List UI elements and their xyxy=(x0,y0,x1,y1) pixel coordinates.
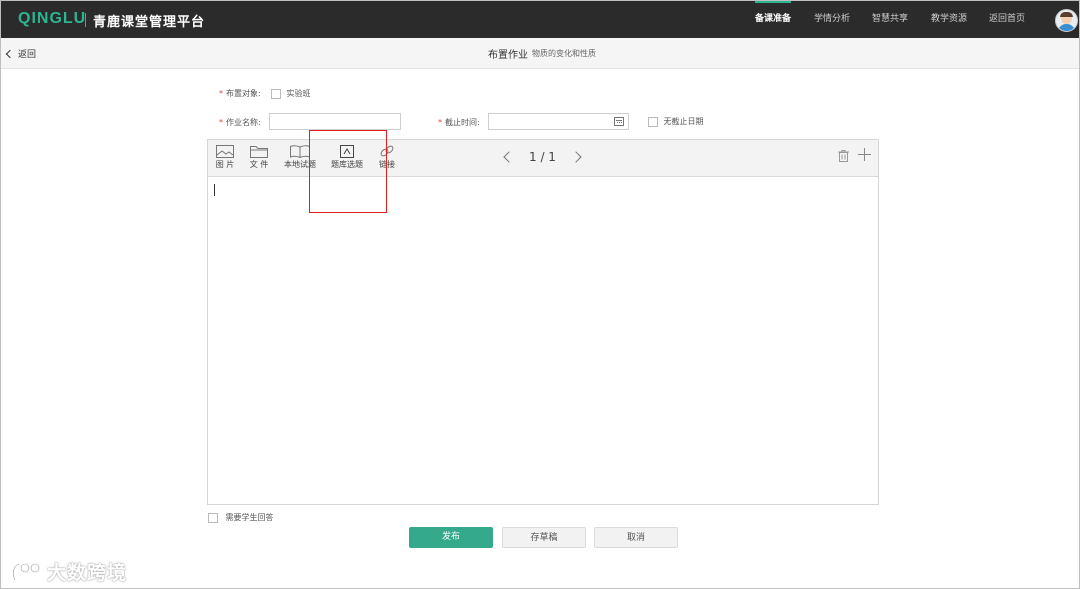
watermark: 大数跨境 xyxy=(11,558,127,585)
need-answer-checkbox[interactable] xyxy=(208,512,218,523)
nav-item-smart-sharing[interactable]: 智慧共享 xyxy=(872,1,908,38)
target-option-label: 实验班 xyxy=(286,89,311,98)
trash-icon[interactable] xyxy=(838,150,849,162)
publish-button[interactable]: 发布 xyxy=(409,527,493,548)
page-subtitle: 物质的变化和性质 xyxy=(532,49,596,58)
image-icon xyxy=(216,145,234,158)
brand-logo[interactable]: QINGLU xyxy=(18,10,86,28)
page-title: 布置作业 xyxy=(488,50,528,61)
nav-item-home[interactable]: 返回首页 xyxy=(989,1,1025,38)
no-deadline-option[interactable]: 无截止日期 xyxy=(648,116,704,127)
chevron-left-icon xyxy=(5,49,15,58)
target-option-experiment-class[interactable]: 实验班 xyxy=(271,88,311,99)
no-deadline-label: 无截止日期 xyxy=(663,117,704,126)
book-icon xyxy=(290,145,310,158)
app-frame: QINGLU 青鹿课堂管理平台 备课准备 学情分析 智慧共享 教学资源 返回首页… xyxy=(0,0,1080,589)
assignment-name-input[interactable] xyxy=(269,113,401,130)
cancel-button[interactable]: 取消 xyxy=(594,527,678,548)
required-mark: * xyxy=(219,89,223,98)
tool-file[interactable]: 文 件 xyxy=(248,145,270,170)
no-deadline-checkbox[interactable] xyxy=(648,116,658,127)
deadline-input[interactable] xyxy=(488,113,629,130)
deadline-label-group: * 截止时间: xyxy=(438,117,480,128)
need-answer-label: 需要学生回答 xyxy=(225,513,274,522)
add-page-icon[interactable] xyxy=(858,148,871,161)
chevron-right-icon[interactable] xyxy=(570,151,582,163)
page-indicator: 1 / 1 xyxy=(529,150,556,164)
target-label: 布置对象: xyxy=(226,89,261,98)
folder-icon xyxy=(250,146,268,158)
watermark-text: 大数跨境 xyxy=(47,562,128,584)
platform-name: 青鹿课堂管理平台 xyxy=(93,15,206,30)
assignment-editor[interactable]: 图 片 文 件 本地试题 题库选题 链接 1 / 1 xyxy=(207,139,879,505)
tool-image[interactable]: 图 片 xyxy=(214,145,236,170)
tool-image-label: 图 片 xyxy=(215,160,235,169)
save-draft-button[interactable]: 存草稿 xyxy=(502,527,586,548)
target-label-group: * 布置对象: xyxy=(219,88,261,99)
watermark-logo-icon xyxy=(12,562,41,581)
required-mark: * xyxy=(438,118,442,127)
back-label: 返回 xyxy=(18,50,37,60)
text-cursor xyxy=(214,184,215,196)
nav-item-lesson-prep[interactable]: 备课准备 xyxy=(755,1,792,38)
annotation-highlight-box xyxy=(309,130,387,213)
logo-divider xyxy=(85,13,86,27)
nav-item-teaching-resources[interactable]: 教学资源 xyxy=(931,1,967,38)
top-navbar: QINGLU 青鹿课堂管理平台 备课准备 学情分析 智慧共享 教学资源 返回首页 xyxy=(1,1,1079,38)
deadline-label: 截止时间: xyxy=(445,118,480,127)
nav-item-learning-analysis[interactable]: 学情分析 xyxy=(814,1,850,38)
chevron-left-icon[interactable] xyxy=(503,151,515,163)
tool-file-label: 文 件 xyxy=(249,160,269,169)
back-button[interactable]: 返回 xyxy=(5,47,36,60)
target-checkbox[interactable] xyxy=(271,88,281,99)
user-avatar-icon[interactable] xyxy=(1055,9,1078,32)
name-label: 作业名称: xyxy=(226,118,261,127)
calendar-icon[interactable] xyxy=(614,117,624,126)
required-mark: * xyxy=(219,118,223,127)
sub-header: 返回 布置作业 物质的变化和性质 xyxy=(1,38,1079,69)
name-label-group: * 作业名称: xyxy=(219,117,261,128)
need-answer-option[interactable]: 需要学生回答 xyxy=(208,512,274,523)
page-navigator: 1 / 1 xyxy=(503,150,582,164)
